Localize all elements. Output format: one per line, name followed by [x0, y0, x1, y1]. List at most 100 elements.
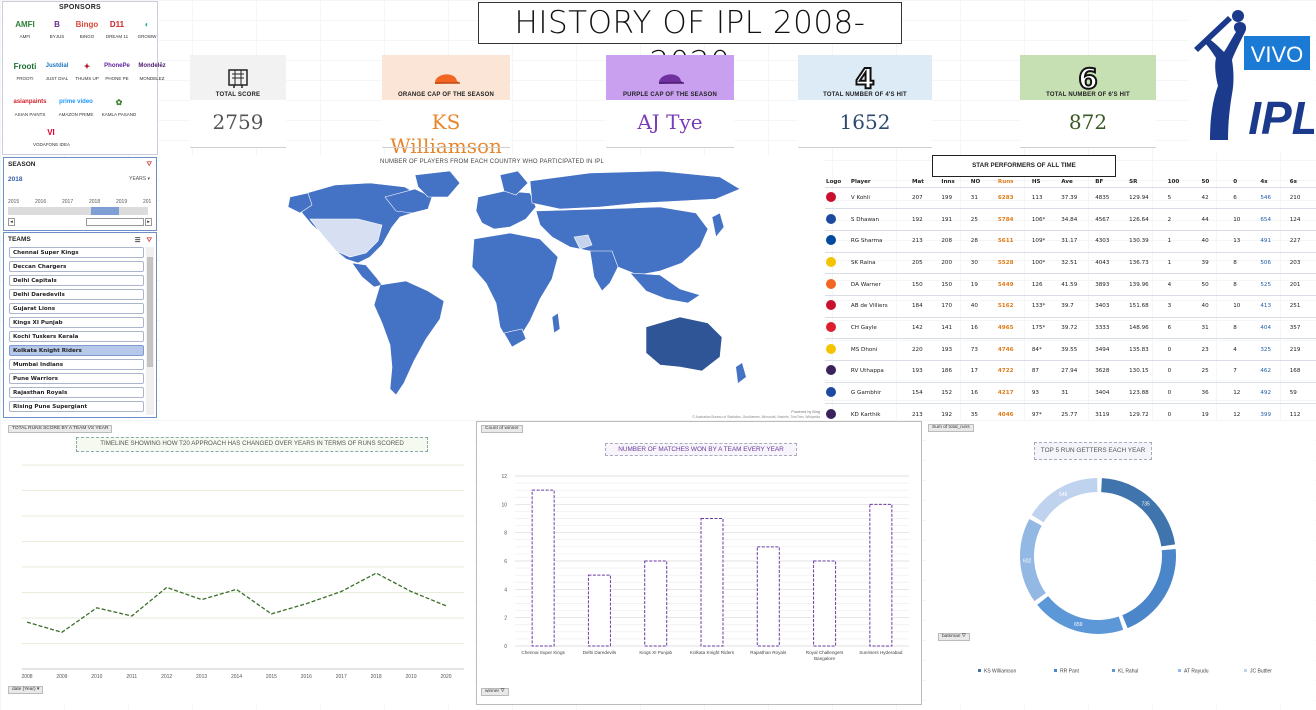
table-cell: RV Uthappa	[849, 360, 911, 383]
column-header-ave: Ave	[1061, 179, 1073, 186]
table-cell: 8	[1232, 251, 1260, 274]
timeline-year-label[interactable]: 2019	[116, 199, 127, 205]
clear-filter-icon[interactable]: ⛛	[147, 161, 152, 169]
kpi-divider	[606, 147, 734, 148]
kpi-header: PURPLE CAP OF THE SEASON	[606, 55, 734, 100]
table-cell: CH Gayle	[849, 316, 911, 339]
team-item-mumbai-indians[interactable]: Mumbai Indians	[9, 359, 144, 370]
timeline-track[interactable]	[8, 207, 148, 215]
table-cell: SK Raina	[849, 251, 911, 274]
date-axis-button[interactable]: date (Year) ▾	[8, 686, 44, 694]
table-row: MS Dhoni 220 193 73 4746 84* 39.55 3494 135.83 0 2…	[825, 338, 1316, 361]
team-item-deccan-chargers[interactable]: Deccan Chargers	[9, 261, 144, 272]
x-tick-label: 2015	[266, 674, 277, 680]
table-cell: 17	[969, 360, 997, 383]
timeline-year-label[interactable]: 2018	[89, 199, 100, 205]
x-tick-label: Kings XI Punjab	[639, 650, 672, 655]
y-tick-label: 4	[504, 587, 507, 593]
timeline-year-label[interactable]: 2017	[62, 199, 73, 205]
table-cell: 41.59	[1060, 273, 1095, 296]
table-cell: 2	[1166, 208, 1201, 231]
timeline-scrollbar[interactable]	[86, 218, 144, 226]
table-cell: 39.55	[1060, 338, 1095, 361]
column-header-no: NO	[970, 179, 981, 186]
sponsor-mondelez: Mondelēz MONDELEZ	[129, 58, 175, 81]
donut-data-label: 735	[1141, 501, 1150, 507]
star-performers-table: Logo Player Mat Inns NO Runs HS Ave BF SR 100 50 0 4s…	[825, 178, 1316, 426]
table-cell: 148.96	[1128, 316, 1167, 339]
winner-axis-button[interactable]: winner ⛛	[481, 688, 509, 696]
timeline-selection[interactable]	[91, 207, 119, 215]
legend-swatch	[1178, 669, 1181, 672]
x-tick-label: Chennai Super Kings	[521, 650, 565, 655]
scroll-right-button[interactable]: ▸	[145, 218, 152, 226]
table-cell: 4	[1166, 273, 1201, 296]
batsman-axis-button[interactable]: batsman ⛛	[938, 633, 970, 641]
donut-data-label: 659	[1074, 622, 1083, 628]
table-cell: 44	[1200, 208, 1233, 231]
table-row: DA Warner 150 150 19 5449 126 41.59 3893 139.96 4…	[825, 273, 1316, 296]
map-australia	[645, 316, 723, 372]
runs-timeline-panel: TOTAL RUNS SCORE BY A TEAM VS YEAR TIMEL…	[2, 421, 474, 705]
table-cell: G Gambhir	[849, 381, 911, 404]
timeline-year-label[interactable]: 2016	[35, 199, 46, 205]
table-cell: 13	[1232, 229, 1260, 253]
team-logo-cell	[825, 294, 850, 318]
scrollbar-thumb[interactable]	[147, 257, 153, 367]
team-logo-cell	[825, 251, 850, 274]
team-item-kolkata-knight-riders[interactable]: Kolkata Knight Riders	[9, 345, 144, 356]
column-header-logo: Logo	[826, 179, 842, 186]
table-cell: 109*	[1030, 229, 1061, 253]
table-cell: V Kohli	[849, 186, 911, 209]
team-item-kochi-tuskers-kerala[interactable]: Kochi Tuskers Kerala	[9, 331, 144, 342]
time-level-dropdown[interactable]: YEARS ▾	[129, 176, 150, 182]
multi-select-icon[interactable]: ☰	[135, 237, 141, 244]
column-header-100: 100	[1167, 179, 1180, 186]
season-selected: 2018	[8, 176, 23, 183]
kpi-label: PURPLE CAP OF THE SEASON	[622, 92, 718, 98]
team-item-rajasthan-royals[interactable]: Rajasthan Royals	[9, 387, 144, 398]
table-row: V Kohli 207 199 31 6283 113 37.39 4835 129.94 5 42…	[825, 186, 1316, 209]
timeline-year-label[interactable]: 201	[143, 199, 151, 205]
map-japan	[711, 212, 725, 238]
table-cell: 16	[969, 316, 997, 339]
table-cell: 4043	[1094, 251, 1129, 274]
table-cell: AB de Villiers	[849, 294, 911, 318]
clear-filter-icon[interactable]: ⛛	[147, 237, 152, 244]
teams-slicer-label: TEAMS	[8, 236, 31, 243]
table-cell: 0	[1166, 338, 1201, 361]
matches-won-panel: Count of winner NUMBER OF MATCHES WON BY…	[476, 421, 922, 705]
table-cell: 23	[1200, 338, 1233, 361]
timeline-year-label[interactable]: 2015	[8, 199, 19, 205]
team-item-delhi-daredevils[interactable]: Delhi Daredevils	[9, 289, 144, 300]
table-cell: 654	[1259, 208, 1289, 231]
table-cell: 186	[940, 360, 970, 383]
team-logo-icon	[826, 191, 836, 202]
table-cell: 3628	[1094, 360, 1129, 383]
teams-scrollbar[interactable]	[146, 247, 154, 415]
team-logo-icon	[826, 300, 836, 311]
table-cell: 93	[1030, 381, 1061, 404]
donut-slice	[1031, 478, 1098, 523]
team-item-delhi-capitals[interactable]: Delhi Capitals	[9, 275, 144, 286]
teams-slicer[interactable]: TEAMS ☰ ⛛ Chennai Super Kings Deccan Charg…	[3, 232, 157, 418]
season-slicer[interactable]: SEASON ⛛ 2018 YEARS ▾ 2015 2016 2017 2018 20…	[3, 157, 157, 231]
kpi-divider	[798, 147, 932, 148]
table-cell: 3	[1166, 294, 1201, 318]
kpi-label: TOTAL SCORE	[215, 92, 261, 98]
team-item-pune-warriors[interactable]: Pune Warriors	[9, 373, 144, 384]
team-item-chennai-super-kings[interactable]: Chennai Super Kings	[9, 247, 144, 258]
table-cell: 124	[1288, 208, 1316, 231]
x-tick-label: 2019	[406, 674, 417, 680]
table-cell: 208	[940, 229, 970, 253]
team-item-rising-pune-supergiant[interactable]: Rising Pune Supergiant	[9, 401, 144, 412]
ipl-logo: VIVO IPL	[1188, 2, 1316, 152]
purple-cap-icon	[655, 64, 685, 92]
table-cell: 357	[1288, 316, 1316, 339]
table-cell: 0	[1166, 360, 1201, 383]
team-item-gujarat-lions[interactable]: Gujarat Lions	[9, 303, 144, 314]
team-item-kings-xi-punjab[interactable]: Kings XI Punjab	[9, 317, 144, 328]
table-cell: 31	[1060, 381, 1095, 404]
scroll-left-button[interactable]: ◂	[8, 218, 15, 226]
table-cell: 525	[1259, 273, 1289, 296]
